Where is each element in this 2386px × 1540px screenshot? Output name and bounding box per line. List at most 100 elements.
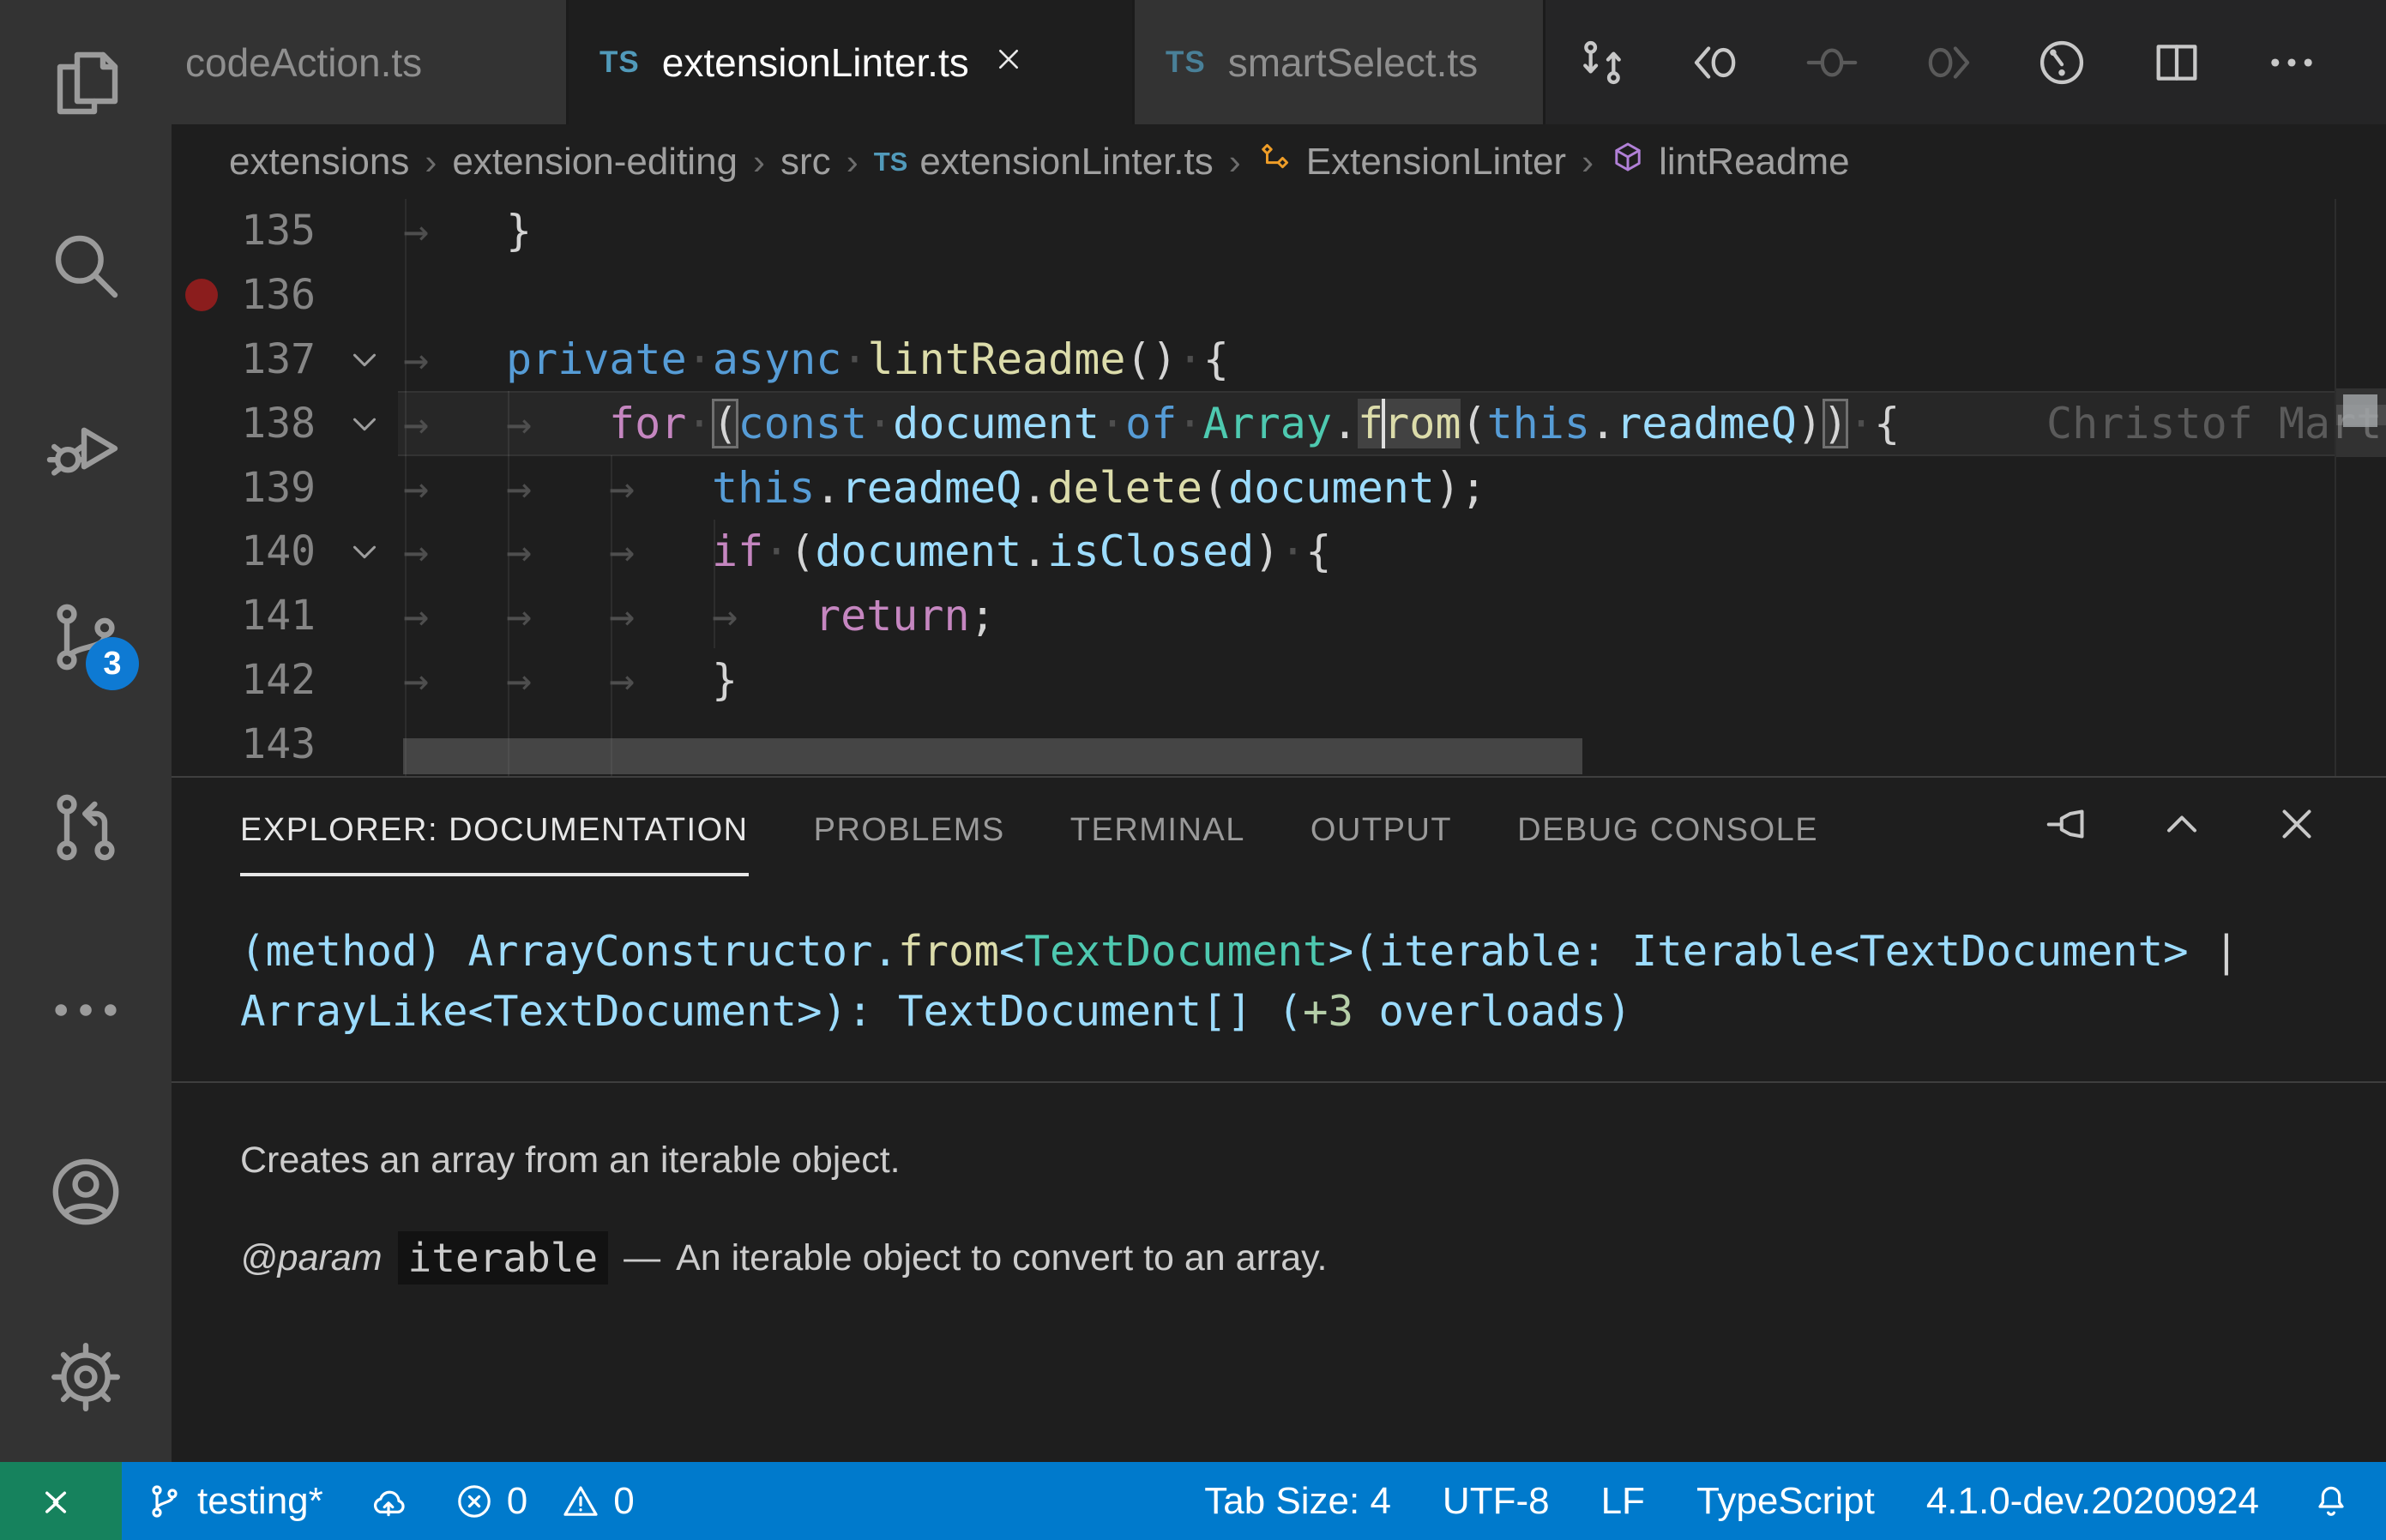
- activity-item-search[interactable]: [45, 225, 127, 307]
- breadcrumb-separator: ›: [831, 141, 874, 183]
- files-icon: [45, 43, 127, 125]
- chevron-down-icon: [345, 340, 384, 379]
- typescript-file-icon: TS: [600, 45, 640, 80]
- breadcrumb-label: lintReadme: [1659, 141, 1850, 183]
- status-ts-version[interactable]: 4.1.0-dev.20200924: [1901, 1462, 2285, 1540]
- maximize-panel-icon: [2156, 798, 2208, 850]
- breadcrumb-item-extensionLinter.ts[interactable]: TSextensionLinter.ts: [874, 141, 1214, 183]
- activity-item-source-control[interactable]: 3: [45, 596, 127, 678]
- param-name-code: iterable: [398, 1231, 609, 1284]
- breadcrumb-item-ExtensionLinter[interactable]: ExtensionLinter: [1256, 138, 1566, 185]
- more-actions-button[interactable]: [2264, 35, 2319, 90]
- breadcrumb-item-src[interactable]: src: [780, 141, 831, 183]
- more-actions-icon: [2264, 35, 2319, 90]
- panel-tab-output[interactable]: OUTPUT: [1310, 812, 1452, 849]
- gutter[interactable]: 136: [172, 263, 403, 328]
- close-tab-button[interactable]: [991, 39, 1026, 86]
- status-eol[interactable]: LF: [1576, 1462, 1671, 1540]
- code-line-140[interactable]: 140→→→if·(document.isClosed)·{: [172, 520, 2386, 584]
- code-line-139[interactable]: 139→→→this.readmeQ.delete(document);: [172, 455, 2386, 520]
- pin-button[interactable]: [2041, 798, 2093, 850]
- error-icon: [454, 1481, 495, 1522]
- code-line-137[interactable]: 137→private·async·lintReadme()·{: [172, 328, 2386, 392]
- status-branch[interactable]: testing*: [122, 1462, 346, 1540]
- panel-tab-label: TERMINAL: [1070, 812, 1245, 849]
- line-number: 143: [172, 720, 316, 768]
- code-editor[interactable]: 135→}136137→private·async·lintReadme()·{…: [172, 199, 2386, 776]
- activity-item-accounts[interactable]: [45, 1151, 127, 1233]
- line-number: 141: [172, 592, 316, 640]
- activity-item-explorer[interactable]: [45, 43, 127, 125]
- maximize-panel-button[interactable]: [2156, 798, 2208, 850]
- editor-actions-toolbar: [1575, 0, 2386, 124]
- panel-tab-label: EXPLORER: DOCUMENTATION: [240, 812, 749, 849]
- status-label: Tab Size: 4: [1204, 1480, 1391, 1523]
- breadcrumb-item-extension-editing[interactable]: extension-editing: [452, 141, 738, 183]
- split-editor-button[interactable]: [2149, 35, 2204, 90]
- vertical-scrollbar[interactable]: [2335, 199, 2386, 776]
- horizontal-scrollbar[interactable]: [403, 738, 1582, 774]
- gauge-button[interactable]: [2034, 35, 2089, 90]
- gutter[interactable]: 142: [172, 648, 403, 713]
- status-label: LF: [1601, 1480, 1645, 1523]
- gutter[interactable]: 140: [172, 520, 403, 584]
- code-line-142[interactable]: 142→→→}: [172, 648, 2386, 713]
- fold-chevron-icon[interactable]: [334, 404, 395, 443]
- doc-param-line: @param iterable — An iterable object to …: [240, 1231, 2386, 1284]
- code-line-135[interactable]: 135→}: [172, 199, 2386, 263]
- previous-change-icon: [1690, 35, 1744, 90]
- activity-item-run-debug[interactable]: [45, 406, 127, 488]
- activity-bar: 3: [0, 0, 172, 1462]
- chevron-down-icon: [345, 532, 384, 571]
- code-line-138[interactable]: 138→→for·(const·document·of·Array.from(t…: [172, 391, 2386, 455]
- remote-icon: [39, 1479, 83, 1524]
- breadcrumb-item-lintReadme[interactable]: lintReadme: [1609, 138, 1850, 185]
- param-description: An iterable object to convert to an arra…: [676, 1237, 1327, 1279]
- tab-extensionLinter.ts[interactable]: TS extensionLinter.ts: [569, 0, 1135, 124]
- code-text: →→→if·(document.isClosed)·{: [403, 526, 1332, 576]
- line-number: 137: [172, 335, 316, 383]
- code-text: →→→→return;: [403, 591, 996, 641]
- signature-line: ArrayLike<TextDocument>): TextDocument[]…: [240, 982, 2386, 1042]
- breadcrumb-item-extensions[interactable]: extensions: [229, 141, 409, 183]
- panel-tab-debug-console[interactable]: DEBUG CONSOLE: [1517, 812, 1818, 849]
- close-panel-button[interactable]: [2271, 798, 2323, 850]
- status-problems[interactable]: 00: [431, 1462, 657, 1540]
- panel-tab-explorer-documentation[interactable]: EXPLORER: DOCUMENTATION: [240, 812, 749, 876]
- tab-codeAction.ts[interactable]: codeAction.ts: [172, 0, 569, 124]
- fold-chevron-icon[interactable]: [334, 340, 395, 379]
- status-notifications[interactable]: [2285, 1462, 2377, 1540]
- status-encoding[interactable]: UTF-8: [1417, 1462, 1576, 1540]
- activity-item-more-views[interactable]: [45, 969, 127, 1051]
- status-language[interactable]: TypeScript: [1671, 1462, 1901, 1540]
- panel-tab-problems[interactable]: PROBLEMS: [814, 812, 1005, 849]
- tab-label: extensionLinter.ts: [662, 39, 969, 86]
- compare-changes-button[interactable]: [1575, 35, 1630, 90]
- param-separator: —: [624, 1237, 660, 1279]
- status-sync[interactable]: [346, 1462, 431, 1540]
- panel-tab-terminal[interactable]: TERMINAL: [1070, 812, 1245, 849]
- fold-chevron-icon[interactable]: [334, 532, 395, 571]
- documentation-signature: (method) ArrayConstructor.from<TextDocum…: [240, 922, 2386, 1042]
- panel-tab-label: PROBLEMS: [814, 812, 1005, 849]
- code-line-136[interactable]: 136: [172, 263, 2386, 328]
- previous-change-button[interactable]: [1690, 35, 1744, 90]
- gutter[interactable]: 143: [172, 712, 403, 776]
- search-icon: [45, 225, 127, 307]
- status-tab-size[interactable]: Tab Size: 4: [1178, 1462, 1417, 1540]
- activity-item-pull-requests[interactable]: [45, 786, 127, 869]
- gutter[interactable]: 139: [172, 455, 403, 520]
- gutter[interactable]: 137: [172, 328, 403, 392]
- activity-item-settings[interactable]: [45, 1336, 127, 1418]
- gutter[interactable]: 138: [172, 391, 403, 455]
- current-change-icon: [1805, 35, 1859, 90]
- code-line-141[interactable]: 141 →→→→return;: [172, 584, 2386, 648]
- gutter[interactable]: 141: [172, 584, 403, 648]
- breadcrumb-label: extensionLinter.ts: [919, 141, 1213, 183]
- remote-indicator[interactable]: [0, 1462, 122, 1540]
- code-text: →→→this.readmeQ.delete(document);: [403, 463, 1486, 513]
- gutter[interactable]: 135: [172, 199, 403, 263]
- documentation-text: Creates an array from an iterable object…: [240, 1140, 2386, 1284]
- ellipsis-icon: [45, 969, 127, 1051]
- tab-smartSelect.ts[interactable]: TSsmartSelect.ts: [1135, 0, 1545, 124]
